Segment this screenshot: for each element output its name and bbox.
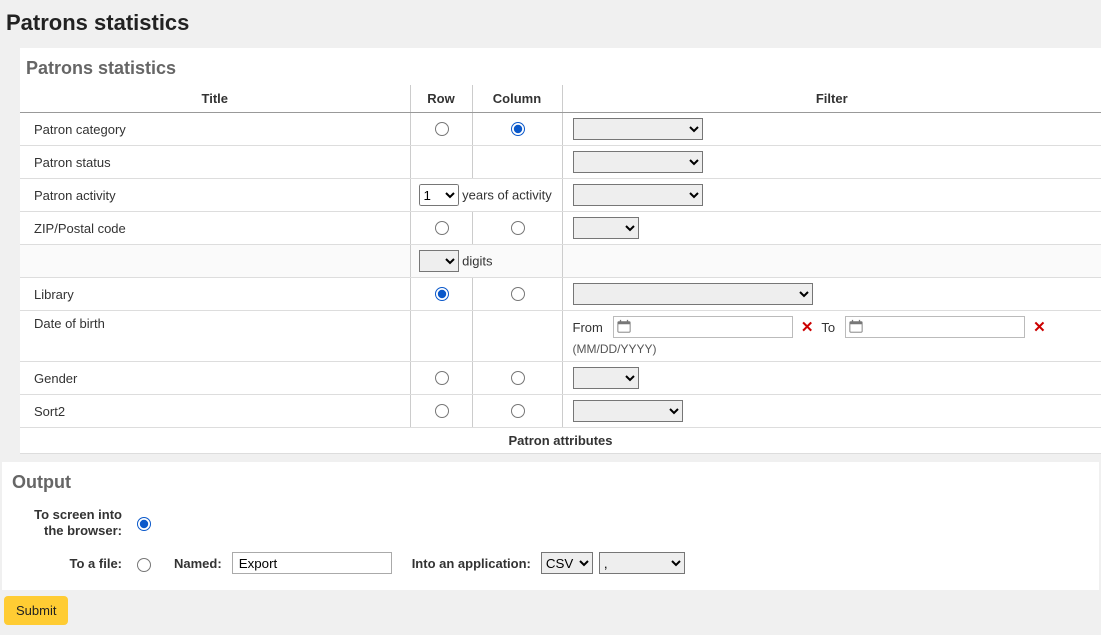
app-select[interactable]: CSV bbox=[541, 552, 593, 574]
radio-gender-column[interactable] bbox=[511, 371, 525, 385]
zip-digits-suffix: digits bbox=[462, 254, 492, 269]
row-dob: Date of birth From ✕ To bbox=[20, 311, 1101, 362]
col-header-title: Title bbox=[20, 85, 410, 113]
filter-library[interactable] bbox=[573, 283, 813, 305]
radio-gender-row[interactable] bbox=[435, 371, 449, 385]
dob-from-clear[interactable]: ✕ bbox=[801, 318, 814, 336]
radio-output-file[interactable] bbox=[137, 558, 151, 572]
activity-years-suffix: years of activity bbox=[462, 188, 552, 203]
output-title: Output bbox=[12, 468, 1089, 503]
dob-hint: (MM/DD/YYYY) bbox=[573, 338, 1094, 356]
dob-to-clear[interactable]: ✕ bbox=[1033, 318, 1046, 336]
select-zip-digits[interactable] bbox=[419, 250, 459, 272]
row-library: Library bbox=[20, 278, 1101, 311]
radio-library-column[interactable] bbox=[511, 287, 525, 301]
col-header-column: Column bbox=[472, 85, 562, 113]
filter-activity[interactable] bbox=[573, 184, 703, 206]
dob-from-label: From bbox=[573, 320, 603, 335]
delimiter-select[interactable]: , bbox=[599, 552, 685, 574]
radio-sort2-row[interactable] bbox=[435, 404, 449, 418]
radio-sort2-column[interactable] bbox=[511, 404, 525, 418]
filter-zip[interactable] bbox=[573, 217, 639, 239]
label-sort2: Sort2 bbox=[20, 395, 410, 428]
radio-output-screen[interactable] bbox=[137, 517, 151, 531]
output-screen-row: To screen into the browser: bbox=[12, 503, 1089, 548]
col-header-filter: Filter bbox=[562, 85, 1101, 113]
radio-category-column[interactable] bbox=[511, 122, 525, 136]
label-dob: Date of birth bbox=[20, 311, 410, 362]
label-category: Patron category bbox=[20, 113, 410, 146]
label-activity: Patron activity bbox=[20, 179, 410, 212]
filter-category[interactable] bbox=[573, 118, 703, 140]
label-library: Library bbox=[20, 278, 410, 311]
submit-button[interactable]: Submit bbox=[4, 596, 68, 625]
output-screen-label: To screen into the browser: bbox=[12, 507, 132, 538]
stats-table: Title Row Column Filter Patron category … bbox=[20, 85, 1101, 454]
row-activity: Patron activity 1 years of activity bbox=[20, 179, 1101, 212]
patron-attributes-separator: Patron attributes bbox=[20, 428, 1101, 454]
row-gender: Gender bbox=[20, 362, 1101, 395]
app-label: Into an application: bbox=[412, 556, 531, 571]
dob-to-input[interactable] bbox=[845, 316, 1025, 338]
row-sort2: Sort2 bbox=[20, 395, 1101, 428]
row-status: Patron status bbox=[20, 146, 1101, 179]
page-title: Patrons statistics bbox=[0, 0, 1101, 48]
row-category: Patron category bbox=[20, 113, 1101, 146]
output-file-label: To a file: bbox=[12, 556, 132, 571]
output-file-row: To a file: Named: Into an application: C… bbox=[12, 548, 1089, 584]
submit-bar: Submit bbox=[0, 590, 1101, 635]
col-header-row: Row bbox=[410, 85, 472, 113]
label-gender: Gender bbox=[20, 362, 410, 395]
filter-sort2[interactable] bbox=[573, 400, 683, 422]
stats-card: Patrons statistics Title Row Column Filt… bbox=[20, 48, 1101, 454]
row-zip: ZIP/Postal code bbox=[20, 212, 1101, 245]
dob-from-input[interactable] bbox=[613, 316, 793, 338]
row-zip-digits: digits bbox=[20, 245, 1101, 278]
radio-library-row[interactable] bbox=[435, 287, 449, 301]
select-activity-years[interactable]: 1 bbox=[419, 184, 459, 206]
output-card: Output To screen into the browser: To a … bbox=[2, 462, 1099, 590]
named-input[interactable] bbox=[232, 552, 392, 574]
radio-zip-row[interactable] bbox=[435, 221, 449, 235]
card-title: Patrons statistics bbox=[20, 56, 1101, 85]
dob-to-label: To bbox=[821, 320, 835, 335]
radio-category-row[interactable] bbox=[435, 122, 449, 136]
radio-zip-column[interactable] bbox=[511, 221, 525, 235]
label-status: Patron status bbox=[20, 146, 410, 179]
filter-status[interactable] bbox=[573, 151, 703, 173]
named-label: Named: bbox=[174, 556, 222, 571]
filter-gender[interactable] bbox=[573, 367, 639, 389]
label-zip: ZIP/Postal code bbox=[20, 212, 410, 245]
